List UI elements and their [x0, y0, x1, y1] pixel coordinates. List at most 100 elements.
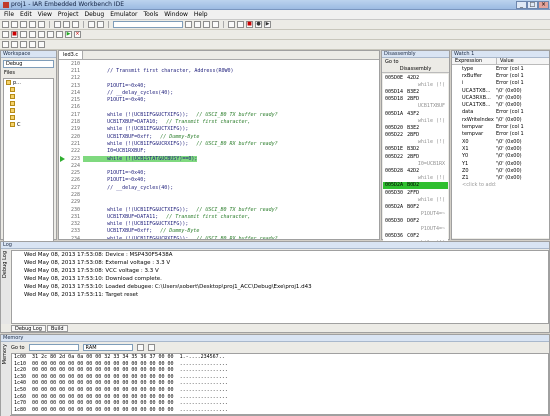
memory-zone-select[interactable]: RAM — [82, 344, 133, 351]
menu-emulator[interactable]: Emulator — [110, 11, 137, 18]
file-tree[interactable]: p... C — [3, 78, 54, 246]
code-line[interactable]: 217 while (!(UCB1IFG&UCTXIFG)); // USCI_B… — [59, 111, 379, 118]
disassembly-row[interactable]: 005D18 2BFD — [383, 96, 448, 103]
step-over-icon[interactable] — [20, 31, 27, 38]
go-icon[interactable]: ▶ — [65, 31, 72, 38]
break-icon[interactable]: ■ — [11, 31, 18, 38]
memory-format-icon[interactable] — [147, 344, 155, 351]
disassembly-row[interactable]: 005D1E B3D2 — [383, 146, 448, 153]
watch-row[interactable]: UCA1TXB... '\0' (0x00) — [452, 101, 549, 108]
watch-row[interactable]: tempvar Error (col 1 — [452, 131, 549, 138]
code-line[interactable]: 222 I0=UCB1RXBUF; — [59, 148, 379, 155]
open-folder-icon[interactable] — [11, 21, 18, 28]
tree-item[interactable] — [4, 86, 53, 93]
disassembly-row[interactable]: 005D28 42D2 — [383, 167, 448, 174]
memory-row[interactable]: 1c20 00 00 00 00 00 00 00 00 00 00 00 00… — [12, 367, 548, 374]
code-line[interactable]: 220 UCB1TXBUF=0xff; // Dummy-Byte — [59, 133, 379, 140]
cut-icon[interactable] — [54, 21, 61, 28]
new-file-icon[interactable] — [2, 21, 9, 28]
disassembly-goto[interactable]: Go to — [382, 58, 449, 66]
disassembly-source-line[interactable]: while (!( — [383, 196, 448, 203]
tree-item[interactable] — [4, 107, 53, 114]
watch-row[interactable]: i Error (col 1 — [452, 80, 549, 87]
make-icon[interactable] — [237, 21, 244, 28]
value-column[interactable]: Value — [496, 58, 549, 64]
memory-dump[interactable]: 1c00 31 2c 80 2d 0a 0a 00 00 32 33 34 35… — [11, 353, 549, 415]
maximize-button[interactable]: □ — [527, 1, 538, 9]
watch-row[interactable]: rxBuffer Error (col 1 — [452, 72, 549, 79]
code-line[interactable]: 219 while (!(UCB1IFG&UCTXIFG)); — [59, 126, 379, 133]
memory-row[interactable]: 1c80 00 00 00 00 00 00 00 00 00 00 00 00… — [12, 407, 548, 414]
memory-row[interactable]: 1c10 00 00 00 00 00 00 00 00 00 00 00 00… — [12, 361, 548, 368]
watch-row[interactable]: UCA3RXB... '\0' (0x00) — [452, 94, 549, 101]
disassembly-source-line[interactable]: while (!( — [383, 139, 448, 146]
step-out-icon[interactable] — [38, 31, 45, 38]
disassembly-row[interactable]: 005D22 2BFD — [383, 153, 448, 160]
memory-row[interactable]: 1c70 00 00 00 00 00 00 00 00 00 00 00 00… — [12, 400, 548, 407]
menu-debug[interactable]: Debug — [84, 11, 104, 18]
disassembly-row[interactable]: 005D0E 42D2 — [383, 74, 448, 81]
watch-row[interactable]: rxWriteIndex '\0' (0x00) — [452, 116, 549, 123]
code-line[interactable]: 215 P1OUT1=~0x40; — [59, 96, 379, 103]
disassembly-source-line[interactable]: while (!( — [383, 81, 448, 88]
disassembly-row[interactable]: 005D30 2FFD — [383, 189, 448, 196]
memory-row[interactable]: 1c60 00 00 00 00 00 00 00 00 00 00 00 00… — [12, 394, 548, 401]
configuration-select[interactable]: Debug — [3, 60, 54, 68]
disassembly-source-line[interactable]: while (!( — [383, 117, 448, 124]
disassembly-row[interactable]: 005D2A B0F2 — [383, 203, 448, 210]
memory-row[interactable]: 1c40 00 00 00 00 00 00 00 00 00 00 00 00… — [12, 380, 548, 387]
code-area[interactable]: 210 211 // Transmit first character, Addr… — [59, 60, 379, 239]
menu-window[interactable]: Window — [164, 11, 188, 18]
disassembly-source-line[interactable]: P1OUT4=~ — [383, 225, 448, 232]
code-line[interactable]: 214 // __delay_cycles(40); — [59, 89, 379, 96]
minimize-button[interactable]: _ — [516, 1, 527, 9]
code-line[interactable]: 226 P1OUT1=~0x40; — [59, 177, 379, 184]
download-debug-icon[interactable]: ▶ — [264, 21, 271, 28]
memory-row[interactable]: 1c50 00 00 00 00 00 00 00 00 00 00 00 00… — [12, 387, 548, 394]
disassembly-source-line[interactable]: P1OUT4=~ — [383, 211, 448, 218]
memory-row[interactable]: 1c30 00 00 00 00 00 00 00 00 00 00 00 00… — [12, 374, 548, 381]
find-next-icon[interactable] — [194, 21, 201, 28]
log-messages[interactable]: Wed May 08, 2013 17:53:08: Device : MSP4… — [11, 250, 549, 324]
watch-row[interactable]: <click to add> — [452, 182, 549, 189]
save-all-icon[interactable] — [29, 21, 36, 28]
tab-debug-log[interactable]: Debug Log — [11, 325, 46, 332]
tree-item[interactable] — [4, 100, 53, 107]
code-line[interactable]: 216 — [59, 104, 379, 111]
stop-debugging-icon[interactable]: × — [74, 31, 81, 38]
disassembly-source-line[interactable]: UCB1TXBUF — [383, 103, 448, 110]
code-line[interactable]: 221 while (!(UCB1IFG&UCRXIFG)); // USCI_B… — [59, 140, 379, 147]
goto-icon[interactable] — [212, 21, 219, 28]
locals-icon[interactable] — [38, 41, 45, 48]
code-line[interactable]: 212 — [59, 75, 379, 82]
redo-icon[interactable] — [97, 21, 104, 28]
memory-row[interactable]: 1c00 31 2c 80 2d 0a 0a 00 00 32 33 34 35… — [12, 354, 548, 361]
code-line[interactable]: 213 P1OUT1=~0x40; — [59, 82, 379, 89]
watch-list[interactable]: type Error (col 1 rxBuffer Error (col 1 i Err… — [452, 65, 549, 238]
next-statement-icon[interactable] — [47, 31, 54, 38]
stop-build-icon[interactable]: ■ — [246, 21, 253, 28]
tree-item[interactable] — [4, 93, 53, 100]
watch-icon[interactable] — [11, 41, 18, 48]
disassembly-source-line[interactable]: while (!( — [383, 175, 448, 182]
code-line[interactable]: 234 while (!(UCB1IFG&UCRXIFG)); // USCI_B… — [59, 235, 379, 239]
watch-row[interactable]: Z0 '\0' (0x00) — [452, 167, 549, 174]
code-line[interactable]: 224 — [59, 162, 379, 169]
print-icon[interactable] — [38, 21, 45, 28]
menu-file[interactable]: File — [4, 11, 14, 18]
run-to-cursor-icon[interactable] — [56, 31, 63, 38]
watch-row[interactable]: X0 '\0' (0x00) — [452, 138, 549, 145]
memory-goto-input[interactable] — [28, 344, 79, 351]
memory-icon[interactable] — [20, 41, 27, 48]
register-icon[interactable] — [29, 41, 36, 48]
tree-item[interactable] — [4, 114, 53, 121]
disassembly-row[interactable]: 005D1A 43F2 — [383, 110, 448, 117]
disassembly-row[interactable]: 005D22 2BFD — [383, 132, 448, 139]
code-line[interactable]: 233 UCB1TXBUF=0xff; // Dummy-Byte — [59, 228, 379, 235]
find-icon[interactable] — [185, 21, 192, 28]
menu-project[interactable]: Project — [58, 11, 79, 18]
watch-row[interactable]: type Error (col 1 — [452, 65, 549, 72]
watch-row[interactable]: UCA3TXB... '\0' (0x00) — [452, 87, 549, 94]
tree-item[interactable]: C — [4, 121, 53, 128]
disassembly-row[interactable]: 005D30 D0F2 — [383, 218, 448, 225]
